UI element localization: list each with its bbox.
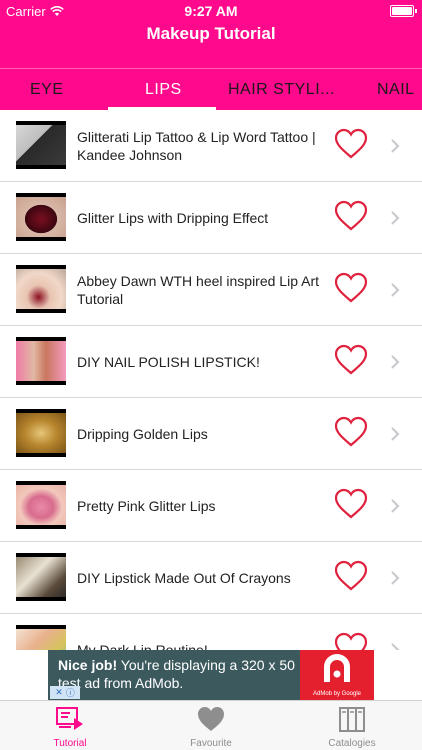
favorite-heart-icon[interactable]: [334, 272, 368, 304]
bottom-tab-bar: Tutorial Favourite Catalogies: [0, 700, 422, 750]
tutorial-icon: [56, 707, 83, 730]
list-item[interactable]: Glitter Lips with Dripping Effect: [0, 182, 422, 254]
video-title: DIY NAIL POLISH LIPSTICK!: [77, 354, 260, 370]
favorite-heart-icon[interactable]: [334, 416, 368, 448]
chevron-right-icon: [391, 139, 400, 153]
ad-text: Nice job! You're displaying a 320 x 50 t…: [58, 656, 304, 692]
video-title: Glitterati Lip Tattoo & Lip Word Tattoo …: [77, 129, 316, 163]
tab-nail[interactable]: NAIL: [377, 69, 415, 111]
video-thumbnail[interactable]: [16, 193, 66, 241]
favorite-heart-icon[interactable]: [334, 200, 368, 232]
favorite-heart-icon[interactable]: [334, 488, 368, 520]
list-item[interactable]: Abbey Dawn WTH heel inspired Lip Art Tut…: [0, 254, 422, 326]
video-thumbnail[interactable]: [16, 553, 66, 601]
tabbar-label: Catalogies: [328, 738, 376, 749]
video-title: DIY Lipstick Made Out Of Crayons: [77, 570, 291, 586]
clock: 9:27 AM: [184, 3, 238, 19]
battery-icon: [390, 5, 417, 17]
tabbar-item-favourite[interactable]: Favourite: [141, 701, 281, 750]
video-title: Dripping Golden Lips: [77, 426, 208, 442]
favorite-heart-icon[interactable]: [334, 632, 368, 650]
favorite-heart-icon[interactable]: [334, 560, 368, 592]
chevron-right-icon: [391, 283, 400, 297]
tabbar-label: Tutorial: [53, 738, 87, 749]
tab-eye[interactable]: EYE: [30, 69, 64, 111]
video-thumbnail[interactable]: [16, 409, 66, 457]
tabbar-item-catalogies[interactable]: Catalogies: [282, 701, 422, 750]
chevron-right-icon: [391, 355, 400, 369]
favorite-heart-icon[interactable]: [334, 128, 368, 160]
catalog-icon: [339, 707, 365, 732]
video-thumbnail[interactable]: [16, 265, 66, 313]
list-item[interactable]: Dripping Golden Lips: [0, 398, 422, 470]
ad-choices-icon[interactable]: ✕ ⓘ: [50, 686, 80, 699]
video-title: Abbey Dawn WTH heel inspired Lip Art Tut…: [77, 273, 319, 307]
video-title: Pretty Pink Glitter Lips: [77, 498, 216, 514]
chevron-right-icon: [391, 427, 400, 441]
list-item[interactable]: Glitterati Lip Tattoo & Lip Word Tattoo …: [0, 110, 422, 182]
chevron-right-icon: [391, 571, 400, 585]
video-title: Glitter Lips with Dripping Effect: [77, 210, 269, 226]
ad-headline: Nice job!: [58, 657, 118, 673]
list-item[interactable]: Pretty Pink Glitter Lips: [0, 470, 422, 542]
tab-hair-styling[interactable]: HAIR STYLI...: [228, 69, 335, 111]
tab-lips[interactable]: LIPS: [145, 69, 182, 111]
navigation-bar: Makeup Tutorial: [0, 22, 422, 68]
status-bar: Carrier 9:27 AM: [0, 0, 422, 22]
category-tabs: EYE LIPS HAIR STYLI... NAIL: [0, 68, 422, 110]
chevron-right-icon: [391, 643, 400, 650]
admob-icon: [324, 654, 350, 682]
chevron-right-icon: [391, 499, 400, 513]
admob-label: AdMob by Google: [312, 691, 362, 697]
list-item[interactable]: DIY Lipstick Made Out Of Crayons: [0, 542, 422, 614]
heart-icon: [198, 707, 224, 731]
chevron-right-icon: [391, 211, 400, 225]
video-thumbnail[interactable]: [16, 121, 66, 169]
video-thumbnail[interactable]: [16, 337, 66, 385]
tabbar-label: Favourite: [190, 738, 232, 749]
list-item[interactable]: My Dark Lip Routine!: [0, 614, 422, 650]
admob-logo: AdMob by Google: [300, 650, 374, 700]
video-thumbnail[interactable]: [16, 481, 66, 529]
video-list[interactable]: Glitterati Lip Tattoo & Lip Word Tattoo …: [0, 110, 422, 650]
favorite-heart-icon[interactable]: [334, 344, 368, 376]
page-title: Makeup Tutorial: [146, 24, 276, 43]
ad-banner[interactable]: Nice job! You're displaying a 320 x 50 t…: [48, 650, 374, 700]
list-item[interactable]: DIY NAIL POLISH LIPSTICK!: [0, 326, 422, 398]
video-title: My Dark Lip Routine!: [77, 642, 208, 650]
tabbar-item-tutorial[interactable]: Tutorial: [0, 701, 140, 750]
video-thumbnail[interactable]: [16, 625, 66, 650]
